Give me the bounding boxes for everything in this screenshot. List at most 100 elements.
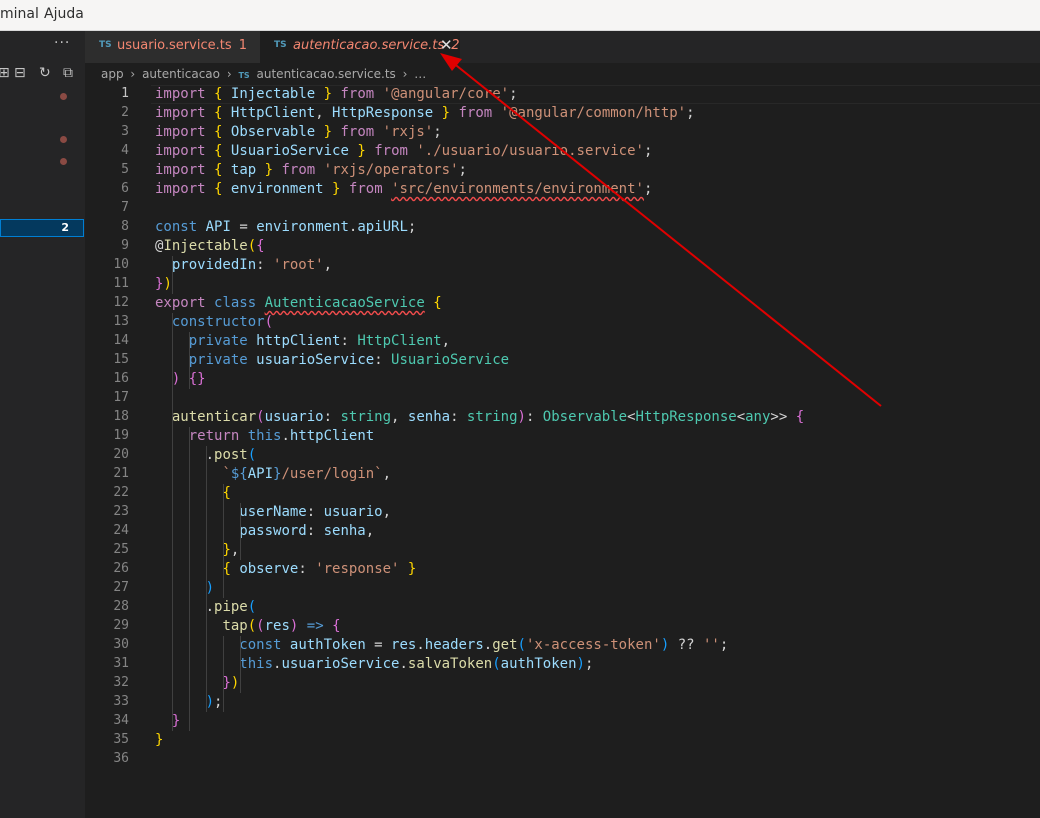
- code-line[interactable]: 26 { observe: 'response' }: [85, 560, 1040, 579]
- line-number: 20: [113, 447, 129, 462]
- code-line[interactable]: 1 import { Injectable } from '@angular/co…: [85, 85, 1040, 104]
- code-token: {: [332, 618, 341, 634]
- code-token: ): [163, 276, 172, 292]
- code-token: Observable: [230, 124, 316, 140]
- code-line[interactable]: 31 this.usuarioService.salvaToken(authTo…: [85, 655, 1040, 674]
- code-line[interactable]: 19 return this.httpClient: [85, 427, 1040, 446]
- code-token: HttpClient: [230, 105, 316, 121]
- code-line[interactable]: 14 private httpClient: HttpClient,: [85, 332, 1040, 351]
- code-line[interactable]: 27 ): [85, 579, 1040, 598]
- breadcrumb-file[interactable]: autenticacao.service.ts: [257, 67, 396, 81]
- breadcrumb-separator: ›: [130, 67, 136, 81]
- code-text: autenticar(usuario: string, senha: strin…: [155, 408, 804, 427]
- code-line[interactable]: 18 autenticar(usuario: string, senha: st…: [85, 408, 1040, 427]
- code-line[interactable]: 4 import { UsuarioService } from './usuar…: [85, 142, 1040, 161]
- code-text: import { Observable } from 'rxjs';: [155, 123, 442, 142]
- code-line[interactable]: 2 import { HttpClient, HttpResponse } fro…: [85, 104, 1040, 123]
- code-line[interactable]: 24 password: senha,: [85, 522, 1040, 541]
- collapse-all-icon[interactable]: ⧉: [63, 65, 73, 81]
- code-line[interactable]: 15 private usuarioService: UsuarioServic…: [85, 351, 1040, 370]
- line-number: 17: [113, 390, 129, 405]
- close-icon[interactable]: ✕: [440, 36, 453, 54]
- new-file-icon[interactable]: ⊞: [0, 65, 10, 81]
- code-token: private: [188, 352, 248, 368]
- code-line[interactable]: 35}: [85, 731, 1040, 750]
- menu-terminal[interactable]: minal: [0, 6, 39, 22]
- code-token: }: [323, 86, 333, 102]
- code-token: post: [214, 447, 248, 463]
- code-line[interactable]: 30 const authToken = res.headers.get('x-…: [85, 636, 1040, 655]
- code-token: from: [458, 105, 493, 121]
- code-token: =: [365, 637, 392, 653]
- code-line[interactable]: 36: [85, 750, 1040, 769]
- breadcrumb: app › autenticacao › TS autenticacao.ser…: [101, 67, 429, 83]
- code-line[interactable]: 33 );: [85, 693, 1040, 712]
- more-actions-icon[interactable]: ···: [54, 35, 70, 51]
- line-number: 28: [113, 599, 129, 614]
- code-line[interactable]: 12 export class AutenticacaoService {: [85, 294, 1040, 313]
- code-line[interactable]: 17: [85, 389, 1040, 408]
- code-line[interactable]: 10 providedIn: 'root',: [85, 256, 1040, 275]
- code-line[interactable]: 6 import { environment } from 'src/enviro…: [85, 180, 1040, 199]
- code-token: userName: [239, 504, 307, 520]
- code-line[interactable]: 9 @Injectable({: [85, 237, 1040, 256]
- code-token: API: [205, 219, 231, 235]
- breadcrumb-autenticacao[interactable]: autenticacao: [142, 67, 220, 81]
- breadcrumb-symbol[interactable]: …: [414, 67, 426, 81]
- tab-label: autenticacao.service.ts 2: [293, 38, 460, 53]
- code-token: 'src/environments/environment': [391, 181, 644, 197]
- code-line[interactable]: 20 .post(: [85, 446, 1040, 465]
- code-line[interactable]: 21 `${API}/user/login`,: [85, 465, 1040, 484]
- code-token: autenticar: [171, 409, 257, 425]
- code-token: (: [256, 409, 265, 425]
- line-number: 3: [121, 124, 129, 139]
- breadcrumb-app[interactable]: app: [101, 67, 124, 81]
- typescript-icon: TS: [238, 71, 250, 80]
- code-token: from: [348, 181, 383, 197]
- menu-help[interactable]: Ajuda: [44, 6, 84, 22]
- line-number: 2: [121, 105, 129, 120]
- code-token: ;: [458, 162, 467, 178]
- code-line[interactable]: 32 }): [85, 674, 1040, 693]
- code-token: ??: [669, 637, 703, 653]
- line-number: 27: [113, 580, 129, 595]
- code-line[interactable]: 34 }: [85, 712, 1040, 731]
- tab-autenticacao-service[interactable]: TS autenticacao.service.ts 2 ✕: [260, 31, 460, 63]
- code-line[interactable]: 5 import { tap } from 'rxjs/operators';: [85, 161, 1040, 180]
- code-line[interactable]: 29 tap((res) => {: [85, 617, 1040, 636]
- modified-dot-icon: [60, 93, 67, 100]
- code-line[interactable]: 22 {: [85, 484, 1040, 503]
- code-line[interactable]: 28 .pipe(: [85, 598, 1040, 617]
- selected-file-item[interactable]: 2: [0, 219, 84, 237]
- code-line[interactable]: 7: [85, 199, 1040, 218]
- code-text: {: [155, 484, 230, 503]
- new-folder-icon[interactable]: ⊟: [14, 65, 26, 81]
- code-editor[interactable]: 1 import { Injectable } from '@angular/co…: [85, 85, 1040, 818]
- code-line[interactable]: 16 ) {}: [85, 370, 1040, 389]
- code-line[interactable]: 11}): [85, 275, 1040, 294]
- code-line[interactable]: 3 import { Observable } from 'rxjs';: [85, 123, 1040, 142]
- code-text: ) {}: [155, 370, 206, 389]
- code-token: environment: [256, 219, 349, 235]
- code-token: 'root': [273, 257, 324, 273]
- editor-tab-bar: TS usuario.service.ts 1 TS autenticacao.…: [85, 31, 1040, 63]
- tab-usuario-service[interactable]: TS usuario.service.ts 1: [85, 31, 260, 63]
- code-line[interactable]: 23 userName: usuario,: [85, 503, 1040, 522]
- code-token: import: [155, 162, 206, 178]
- code-token: ): [660, 637, 670, 653]
- code-token: Injectable: [163, 238, 248, 254]
- refresh-icon[interactable]: ↻: [39, 65, 51, 81]
- code-line[interactable]: 8 const API = environment.apiURL;: [85, 218, 1040, 237]
- code-token: .: [399, 656, 408, 672]
- code-text: import { environment } from 'src/environ…: [155, 180, 652, 199]
- code-line[interactable]: 13 constructor(: [85, 313, 1040, 332]
- code-line[interactable]: 25 },: [85, 541, 1040, 560]
